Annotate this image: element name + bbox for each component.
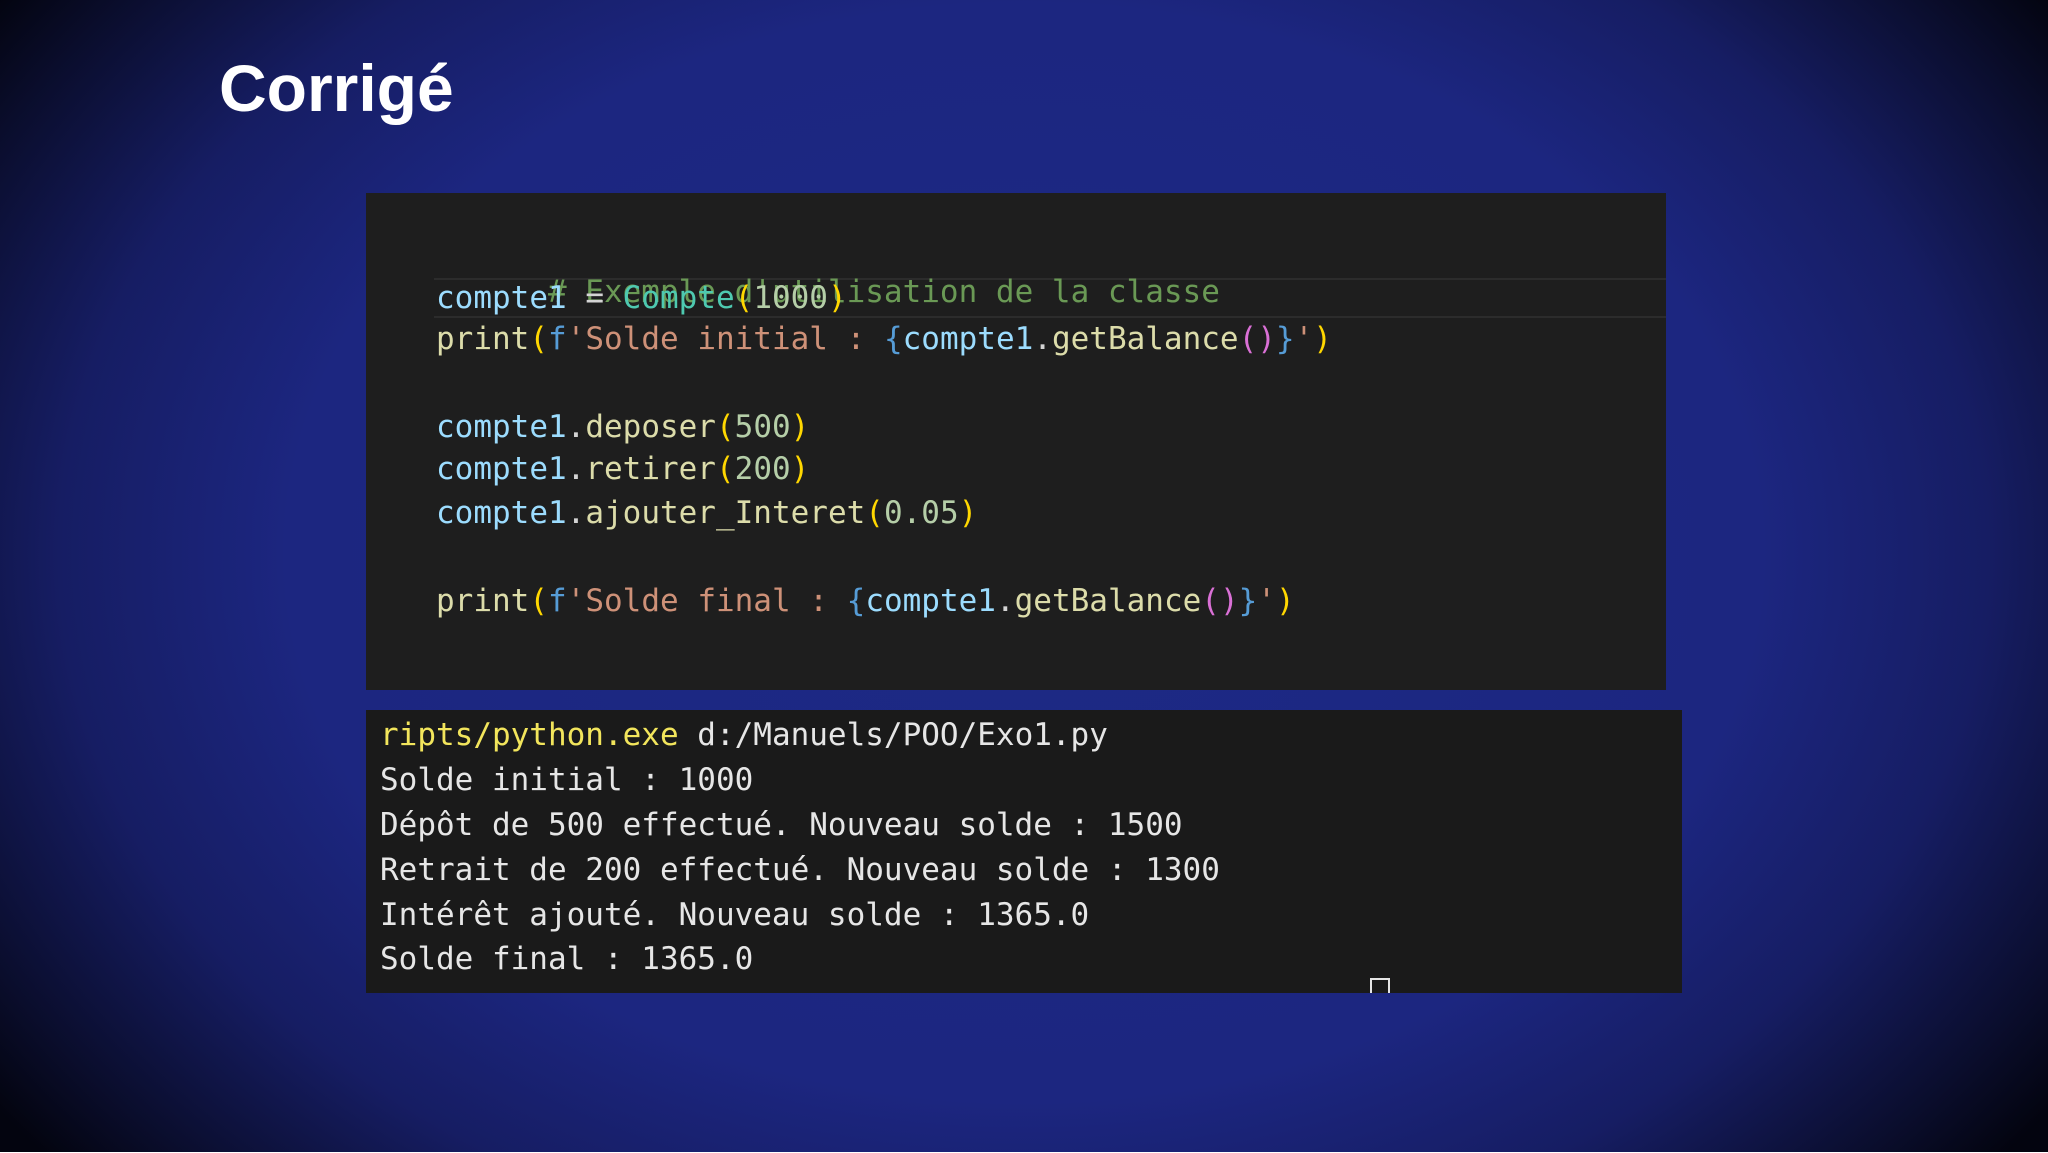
presentation-slide: Corrigé # Exemple d'utilisation de la cl…: [0, 0, 2048, 1152]
code-dot: .: [1033, 321, 1052, 357]
code-number: 500: [734, 409, 791, 445]
code-number: 0.05: [883, 495, 959, 531]
code-operator: =: [566, 280, 623, 316]
terminal-script-path: d:/Manuels/POO/Exo1.py: [678, 717, 1108, 753]
terminal-output-line: Solde final : 1365.0: [380, 941, 754, 977]
code-number: 1000: [753, 280, 828, 316]
terminal-command-line: ripts/python.exe d:/Manuels/POO/Exo1.py: [380, 714, 1108, 756]
slide-title: Corrigé: [219, 51, 454, 125]
code-editor-panel: # Exemple d'utilisation de la classe com…: [366, 193, 1666, 690]
code-paren-close: ): [958, 495, 978, 531]
terminal-executable: ripts/python.exe: [380, 717, 679, 753]
code-brace-close: }: [1275, 321, 1295, 357]
code-paren-close: ): [1313, 321, 1332, 357]
code-dot: .: [995, 583, 1015, 619]
code-call-parens: (): [1201, 583, 1239, 619]
code-line-comment: # Exemple d'utilisation de la classe: [436, 232, 1220, 310]
code-dot: .: [566, 451, 586, 487]
code-brace-open: {: [883, 321, 903, 357]
code-fstring-prefix: f: [548, 321, 567, 357]
code-paren-open: (: [529, 321, 548, 357]
code-paren-open: (: [734, 280, 754, 316]
code-paren-close: ): [790, 409, 810, 445]
code-string-end: ': [1257, 583, 1276, 619]
code-brace-close: }: [1238, 583, 1258, 619]
code-fstring-prefix: f: [548, 583, 567, 619]
code-line-print-initial: print(f'Solde initial : {compte1.getBala…: [436, 319, 1332, 359]
terminal-output-line: Intérêt ajouté. Nouveau solde : 1365.0: [380, 897, 1090, 933]
code-paren-close: ): [827, 280, 847, 316]
code-paren-open: (: [715, 409, 735, 445]
code-string: 'Solde final :: [566, 583, 847, 619]
code-variable: compte1: [436, 280, 567, 316]
code-paren-open: (: [529, 583, 548, 619]
code-string: 'Solde initial :: [566, 321, 884, 357]
code-method: deposer: [585, 409, 716, 445]
code-call-parens: (): [1238, 321, 1276, 357]
code-variable: compte1: [902, 321, 1034, 357]
code-method: getBalance: [1051, 321, 1239, 357]
code-paren-open: (: [865, 495, 884, 531]
terminal-output-panel: ripts/python.exe d:/Manuels/POO/Exo1.py …: [366, 710, 1682, 993]
code-line-retirer: compte1.retirer(200): [436, 449, 809, 489]
code-line-print-final: print(f'Solde final : {compte1.getBalanc…: [436, 581, 1295, 621]
code-function: print: [436, 321, 530, 357]
code-string-end: ': [1294, 321, 1314, 357]
code-variable: compte1: [436, 451, 567, 487]
code-method: retirer: [585, 451, 716, 487]
terminal-output-line: Retrait de 200 effectué. Nouveau solde :…: [380, 852, 1220, 888]
code-dot: .: [566, 409, 586, 445]
code-number: 200: [734, 451, 791, 487]
code-method: getBalance: [1014, 583, 1202, 619]
code-paren-open: (: [715, 451, 735, 487]
terminal-cursor: [1370, 978, 1390, 993]
code-function: print: [436, 583, 530, 619]
terminal-output-line: Dépôt de 500 effectué. Nouveau solde : 1…: [380, 807, 1183, 843]
code-variable: compte1: [865, 583, 996, 619]
code-dot: .: [566, 495, 586, 531]
code-variable: compte1: [436, 495, 567, 531]
terminal-output-line: Solde initial : 1000: [380, 762, 754, 798]
code-paren-close: ): [790, 451, 810, 487]
code-line-deposer: compte1.deposer(500): [436, 407, 809, 447]
code-class-name: Compte: [622, 280, 735, 316]
code-line-instantiation: compte1 = Compte(1000): [436, 278, 847, 318]
code-method: ajouter_Interet: [585, 495, 866, 531]
code-brace-open: {: [846, 583, 866, 619]
code-paren-close: ): [1275, 583, 1295, 619]
code-variable: compte1: [436, 409, 567, 445]
code-line-ajouter-interet: compte1.ajouter_Interet(0.05): [436, 493, 977, 533]
